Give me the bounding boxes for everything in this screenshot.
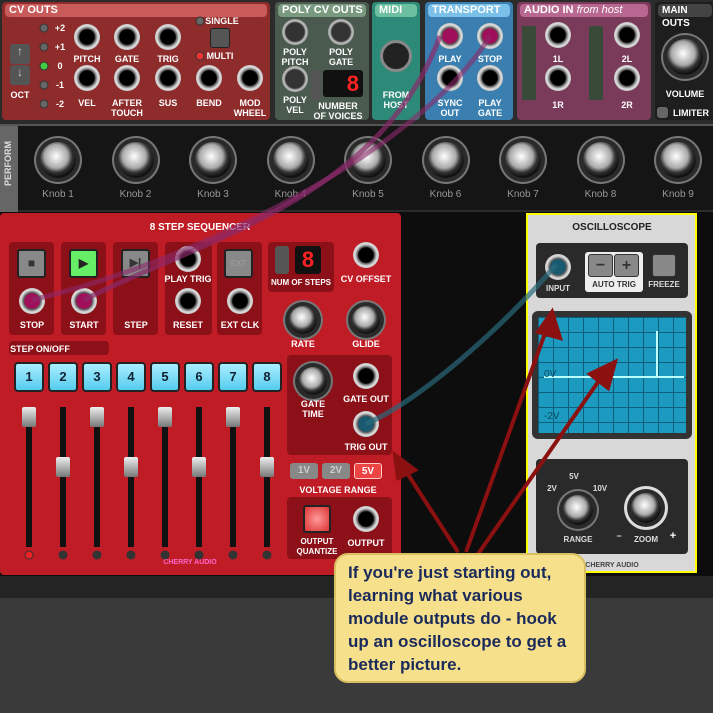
callout-bubble: If you're just starting out, learning wh… bbox=[334, 553, 586, 683]
patch-cable bbox=[364, 263, 558, 427]
patch-cable bbox=[82, 35, 443, 303]
callout-text: If you're just starting out, learning wh… bbox=[348, 563, 567, 674]
annotation-arrows bbox=[392, 307, 619, 556]
